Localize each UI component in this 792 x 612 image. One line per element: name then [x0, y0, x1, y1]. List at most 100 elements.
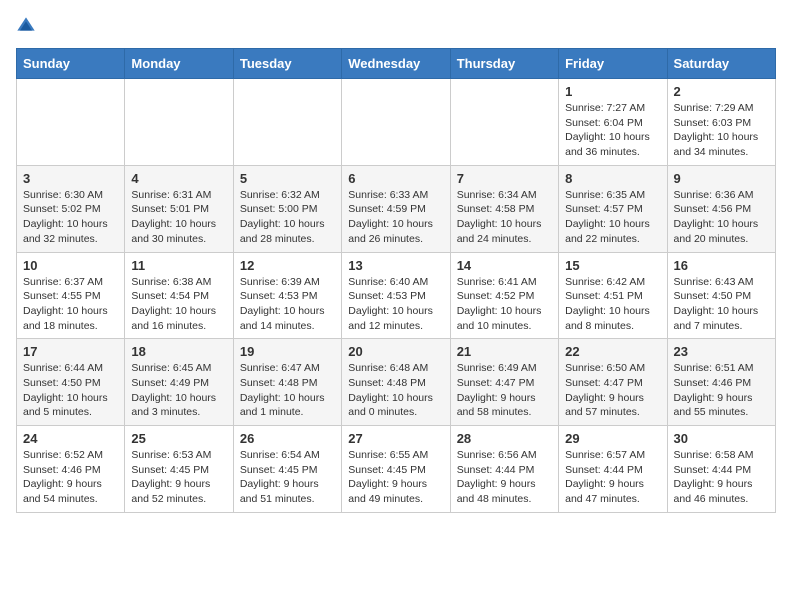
day-info: Sunrise: 7:29 AM Sunset: 6:03 PM Dayligh…: [674, 101, 769, 160]
day-info: Sunrise: 6:38 AM Sunset: 4:54 PM Dayligh…: [131, 275, 226, 334]
day-number: 29: [565, 431, 660, 446]
calendar-cell: [125, 79, 233, 166]
day-info: Sunrise: 6:39 AM Sunset: 4:53 PM Dayligh…: [240, 275, 335, 334]
day-number: 9: [674, 171, 769, 186]
day-of-week-header: Friday: [559, 49, 667, 79]
day-info: Sunrise: 6:41 AM Sunset: 4:52 PM Dayligh…: [457, 275, 552, 334]
day-info: Sunrise: 6:36 AM Sunset: 4:56 PM Dayligh…: [674, 188, 769, 247]
day-number: 6: [348, 171, 443, 186]
day-info: Sunrise: 6:37 AM Sunset: 4:55 PM Dayligh…: [23, 275, 118, 334]
day-of-week-header: Monday: [125, 49, 233, 79]
day-number: 2: [674, 84, 769, 99]
day-info: Sunrise: 6:48 AM Sunset: 4:48 PM Dayligh…: [348, 361, 443, 420]
calendar-cell: 11 Sunrise: 6:38 AM Sunset: 4:54 PM Dayli…: [125, 252, 233, 339]
day-of-week-header: Sunday: [17, 49, 125, 79]
day-info: Sunrise: 6:44 AM Sunset: 4:50 PM Dayligh…: [23, 361, 118, 420]
calendar-cell: 6 Sunrise: 6:33 AM Sunset: 4:59 PM Daylig…: [342, 165, 450, 252]
calendar-cell: 29 Sunrise: 6:57 AM Sunset: 4:44 PM Dayli…: [559, 426, 667, 513]
day-info: Sunrise: 6:43 AM Sunset: 4:50 PM Dayligh…: [674, 275, 769, 334]
calendar-cell: 10 Sunrise: 6:37 AM Sunset: 4:55 PM Dayli…: [17, 252, 125, 339]
calendar-cell: 28 Sunrise: 6:56 AM Sunset: 4:44 PM Dayli…: [450, 426, 558, 513]
calendar-cell: [233, 79, 341, 166]
day-number: 21: [457, 344, 552, 359]
day-number: 24: [23, 431, 118, 446]
day-number: 1: [565, 84, 660, 99]
calendar-cell: [342, 79, 450, 166]
calendar-cell: 12 Sunrise: 6:39 AM Sunset: 4:53 PM Dayli…: [233, 252, 341, 339]
calendar-cell: 18 Sunrise: 6:45 AM Sunset: 4:49 PM Dayli…: [125, 339, 233, 426]
calendar-cell: 4Sunrise: 6:31 AM Sunset: 5:01 PM Daylig…: [125, 165, 233, 252]
day-info: Sunrise: 6:54 AM Sunset: 4:45 PM Dayligh…: [240, 448, 335, 507]
calendar-cell: 15Sunrise: 6:42 AM Sunset: 4:51 PM Dayli…: [559, 252, 667, 339]
day-info: Sunrise: 6:57 AM Sunset: 4:44 PM Dayligh…: [565, 448, 660, 507]
day-number: 26: [240, 431, 335, 446]
calendar-cell: 7 Sunrise: 6:34 AM Sunset: 4:58 PM Daylig…: [450, 165, 558, 252]
calendar-cell: 16 Sunrise: 6:43 AM Sunset: 4:50 PM Dayli…: [667, 252, 775, 339]
day-number: 3: [23, 171, 118, 186]
day-info: Sunrise: 6:47 AM Sunset: 4:48 PM Dayligh…: [240, 361, 335, 420]
calendar-cell: 26 Sunrise: 6:54 AM Sunset: 4:45 PM Dayli…: [233, 426, 341, 513]
day-info: Sunrise: 6:49 AM Sunset: 4:47 PM Dayligh…: [457, 361, 552, 420]
logo-icon: [16, 16, 36, 36]
calendar-cell: 24 Sunrise: 6:52 AM Sunset: 4:46 PM Dayli…: [17, 426, 125, 513]
calendar-cell: 27 Sunrise: 6:55 AM Sunset: 4:45 PM Dayli…: [342, 426, 450, 513]
day-info: Sunrise: 6:34 AM Sunset: 4:58 PM Dayligh…: [457, 188, 552, 247]
day-number: 11: [131, 258, 226, 273]
day-number: 30: [674, 431, 769, 446]
calendar-cell: 20 Sunrise: 6:48 AM Sunset: 4:48 PM Dayli…: [342, 339, 450, 426]
day-info: Sunrise: 6:45 AM Sunset: 4:49 PM Dayligh…: [131, 361, 226, 420]
calendar-cell: 13Sunrise: 6:40 AM Sunset: 4:53 PM Dayli…: [342, 252, 450, 339]
calendar-cell: 2 Sunrise: 7:29 AM Sunset: 6:03 PM Daylig…: [667, 79, 775, 166]
day-number: 28: [457, 431, 552, 446]
day-number: 16: [674, 258, 769, 273]
calendar-cell: 22 Sunrise: 6:50 AM Sunset: 4:47 PM Dayli…: [559, 339, 667, 426]
calendar-header-row: SundayMondayTuesdayWednesdayThursdayFrid…: [17, 49, 776, 79]
day-info: Sunrise: 6:50 AM Sunset: 4:47 PM Dayligh…: [565, 361, 660, 420]
day-info: Sunrise: 6:40 AM Sunset: 4:53 PM Dayligh…: [348, 275, 443, 334]
day-info: Sunrise: 6:33 AM Sunset: 4:59 PM Dayligh…: [348, 188, 443, 247]
day-number: 5: [240, 171, 335, 186]
day-number: 22: [565, 344, 660, 359]
calendar-week-row: 24 Sunrise: 6:52 AM Sunset: 4:46 PM Dayli…: [17, 426, 776, 513]
day-number: 25: [131, 431, 226, 446]
calendar-cell: 19 Sunrise: 6:47 AM Sunset: 4:48 PM Dayli…: [233, 339, 341, 426]
calendar-cell: 9 Sunrise: 6:36 AM Sunset: 4:56 PM Daylig…: [667, 165, 775, 252]
day-of-week-header: Tuesday: [233, 49, 341, 79]
day-number: 19: [240, 344, 335, 359]
day-info: Sunrise: 6:31 AM Sunset: 5:01 PM Dayligh…: [131, 188, 226, 247]
calendar-cell: 23Sunrise: 6:51 AM Sunset: 4:46 PM Dayli…: [667, 339, 775, 426]
day-info: Sunrise: 7:27 AM Sunset: 6:04 PM Dayligh…: [565, 101, 660, 160]
day-info: Sunrise: 6:53 AM Sunset: 4:45 PM Dayligh…: [131, 448, 226, 507]
day-number: 18: [131, 344, 226, 359]
calendar-cell: 1 Sunrise: 7:27 AM Sunset: 6:04 PM Daylig…: [559, 79, 667, 166]
calendar-cell: 5Sunrise: 6:32 AM Sunset: 5:00 PM Daylig…: [233, 165, 341, 252]
day-info: Sunrise: 6:55 AM Sunset: 4:45 PM Dayligh…: [348, 448, 443, 507]
day-number: 23: [674, 344, 769, 359]
calendar-cell: 14 Sunrise: 6:41 AM Sunset: 4:52 PM Dayli…: [450, 252, 558, 339]
day-number: 10: [23, 258, 118, 273]
day-number: 17: [23, 344, 118, 359]
day-of-week-header: Saturday: [667, 49, 775, 79]
day-of-week-header: Wednesday: [342, 49, 450, 79]
calendar-week-row: 1 Sunrise: 7:27 AM Sunset: 6:04 PM Daylig…: [17, 79, 776, 166]
day-number: 14: [457, 258, 552, 273]
day-info: Sunrise: 6:35 AM Sunset: 4:57 PM Dayligh…: [565, 188, 660, 247]
day-number: 7: [457, 171, 552, 186]
day-number: 15: [565, 258, 660, 273]
calendar-cell: 30 Sunrise: 6:58 AM Sunset: 4:44 PM Dayli…: [667, 426, 775, 513]
day-number: 20: [348, 344, 443, 359]
day-info: Sunrise: 6:58 AM Sunset: 4:44 PM Dayligh…: [674, 448, 769, 507]
logo: [16, 16, 40, 36]
day-info: Sunrise: 6:30 AM Sunset: 5:02 PM Dayligh…: [23, 188, 118, 247]
day-of-week-header: Thursday: [450, 49, 558, 79]
calendar-week-row: 17 Sunrise: 6:44 AM Sunset: 4:50 PM Dayli…: [17, 339, 776, 426]
calendar-cell: [450, 79, 558, 166]
day-number: 27: [348, 431, 443, 446]
calendar: SundayMondayTuesdayWednesdayThursdayFrid…: [16, 48, 776, 513]
calendar-cell: 25 Sunrise: 6:53 AM Sunset: 4:45 PM Dayli…: [125, 426, 233, 513]
day-info: Sunrise: 6:56 AM Sunset: 4:44 PM Dayligh…: [457, 448, 552, 507]
calendar-week-row: 10 Sunrise: 6:37 AM Sunset: 4:55 PM Dayli…: [17, 252, 776, 339]
day-number: 12: [240, 258, 335, 273]
day-info: Sunrise: 6:52 AM Sunset: 4:46 PM Dayligh…: [23, 448, 118, 507]
day-number: 8: [565, 171, 660, 186]
